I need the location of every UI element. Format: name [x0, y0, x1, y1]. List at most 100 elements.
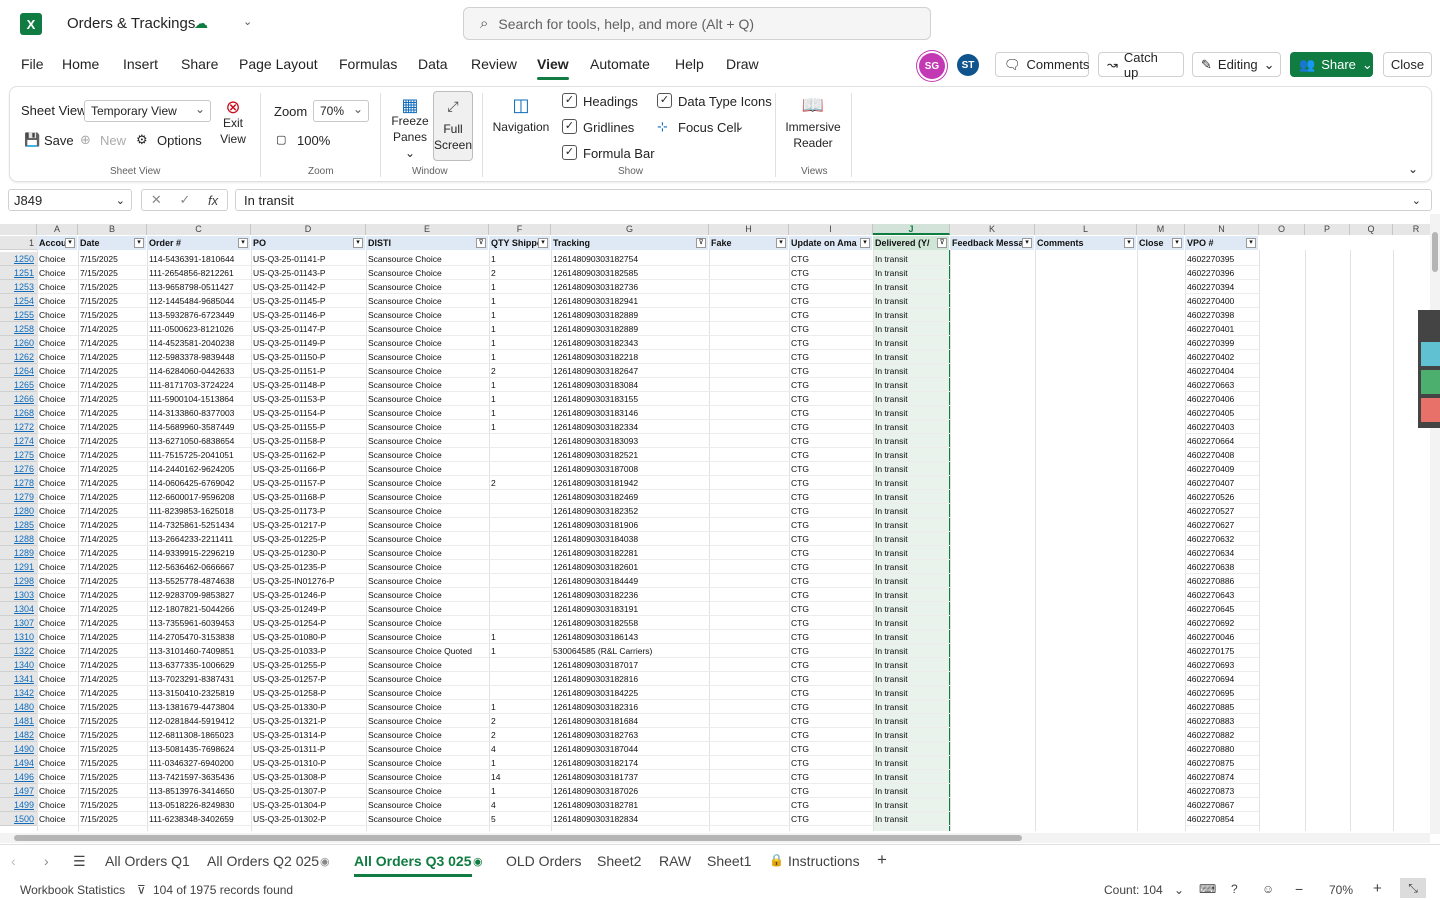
table-cell[interactable]: 111-6238348-3402659 [147, 812, 251, 826]
row-number[interactable]: 1288 [0, 532, 37, 546]
table-cell[interactable]: Scansource Choice [366, 266, 489, 280]
table-cell[interactable]: US-Q3-25-01168-P [251, 490, 366, 504]
column-header-e[interactable]: E [366, 224, 489, 235]
help-icon[interactable]: ? [1231, 882, 1238, 896]
table-cell[interactable]: Choice [37, 770, 78, 784]
table-cell[interactable]: 7/14/2025 [78, 448, 147, 462]
table-cell[interactable]: Choice [37, 812, 78, 826]
table-cell[interactable]: US-Q3-25-01230-P [251, 546, 366, 560]
row-number[interactable]: 1278 [0, 476, 37, 490]
table-cell[interactable]: US-Q3-25-01145-P [251, 294, 366, 308]
table-cell[interactable]: 4602270632 [1185, 532, 1259, 546]
table-cell[interactable]: Scansource Choice [366, 672, 489, 686]
table-cell[interactable]: Scansource Choice [366, 280, 489, 294]
options-button[interactable]: Options [157, 133, 202, 148]
table-cell[interactable]: US-Q3-25-01225-P [251, 532, 366, 546]
header-cell[interactable]: PO ▾ [251, 236, 366, 250]
prev-sheet-icon[interactable]: ‹ [11, 853, 16, 869]
table-cell[interactable]: In transit [873, 770, 950, 784]
column-header-m[interactable]: M [1137, 224, 1185, 235]
table-cell[interactable]: 1 [489, 406, 551, 420]
menu-formulas[interactable]: Formulas [339, 56, 397, 72]
collapse-ribbon-icon[interactable]: ⌄ [1408, 162, 1418, 176]
table-cell[interactable]: In transit [873, 672, 950, 686]
filter-dropdown-icon[interactable]: ▾ [134, 238, 144, 248]
table-cell[interactable]: In transit [873, 532, 950, 546]
menu-file[interactable]: File [21, 56, 44, 72]
headings-checkbox[interactable]: ✓ [562, 93, 577, 108]
table-cell[interactable] [709, 420, 789, 434]
table-cell[interactable]: 4602270396 [1185, 266, 1259, 280]
table-cell[interactable]: In transit [873, 812, 950, 826]
row-number[interactable]: 1291 [0, 560, 37, 574]
row-number[interactable]: 1265 [0, 378, 37, 392]
tab-sheet2[interactable]: Sheet2 [597, 853, 641, 869]
table-cell[interactable]: 7/14/2025 [78, 588, 147, 602]
table-cell[interactable]: 126148090303181684 [551, 714, 709, 728]
table-cell[interactable] [709, 798, 789, 812]
table-cell[interactable] [489, 504, 551, 518]
table-cell[interactable]: 4602270175 [1185, 644, 1259, 658]
table-cell[interactable]: 4602270407 [1185, 476, 1259, 490]
row-number[interactable]: 1303 [0, 588, 37, 602]
table-cell[interactable] [709, 280, 789, 294]
row-number[interactable]: 1276 [0, 462, 37, 476]
table-cell[interactable]: 4602270694 [1185, 672, 1259, 686]
close-view-button[interactable]: Close [1383, 52, 1432, 77]
table-cell[interactable]: 113-5081435-7698624 [147, 742, 251, 756]
table-cell[interactable]: Choice [37, 308, 78, 322]
table-cell[interactable]: 530064585 (R&L Carriers) [551, 644, 709, 658]
table-cell[interactable]: 126148090303181906 [551, 518, 709, 532]
table-cell[interactable]: In transit [873, 728, 950, 742]
table-cell[interactable]: 7/14/2025 [78, 602, 147, 616]
table-cell[interactable]: CTG [789, 686, 873, 700]
table-cell[interactable]: Scansource Choice [366, 308, 489, 322]
table-cell[interactable]: Choice [37, 546, 78, 560]
table-cell[interactable]: 113-7421597-3635436 [147, 770, 251, 784]
table-cell[interactable]: CTG [789, 700, 873, 714]
table-cell[interactable]: US-Q3-25-01254-P [251, 616, 366, 630]
share-button[interactable]: 👥 Share ⌄ [1290, 52, 1373, 77]
enter-icon[interactable]: ✓ [179, 192, 190, 208]
table-cell[interactable]: US-Q3-25-01153-P [251, 392, 366, 406]
table-cell[interactable]: Choice [37, 462, 78, 476]
table-cell[interactable]: Choice [37, 756, 78, 770]
table-cell[interactable]: US-Q3-25-01235-P [251, 560, 366, 574]
table-cell[interactable]: US-Q3-25-01166-P [251, 462, 366, 476]
filter-dropdown-icon[interactable]: ▾ [65, 238, 75, 248]
table-cell[interactable]: 113-3101460-7409851 [147, 644, 251, 658]
table-cell[interactable]: 113-3150410-2325819 [147, 686, 251, 700]
table-cell[interactable]: US-Q3-25-01033-P [251, 644, 366, 658]
filter-dropdown-icon[interactable]: ▾ [538, 238, 548, 248]
table-cell[interactable]: CTG [789, 280, 873, 294]
avatar-sg[interactable]: SG [919, 53, 945, 79]
table-cell[interactable]: 4602270406 [1185, 392, 1259, 406]
table-cell[interactable]: 126148090303187026 [551, 784, 709, 798]
table-cell[interactable]: CTG [789, 378, 873, 392]
row-number[interactable]: 1274 [0, 434, 37, 448]
table-cell[interactable] [489, 588, 551, 602]
table-cell[interactable]: Choice [37, 742, 78, 756]
filter-dropdown-icon[interactable]: ⊽ [937, 238, 947, 248]
table-cell[interactable]: 7/15/2025 [78, 812, 147, 826]
table-cell[interactable]: 2 [489, 728, 551, 742]
table-cell[interactable]: Scansource Choice [366, 294, 489, 308]
table-cell[interactable]: 126148090303183191 [551, 602, 709, 616]
table-cell[interactable]: Scansource Choice [366, 504, 489, 518]
table-cell[interactable]: 7/14/2025 [78, 574, 147, 588]
table-cell[interactable]: 4602270395 [1185, 252, 1259, 266]
table-cell[interactable]: 114-5436391-1810644 [147, 252, 251, 266]
row-number[interactable]: 1262 [0, 350, 37, 364]
table-cell[interactable]: In transit [873, 280, 950, 294]
table-cell[interactable] [709, 434, 789, 448]
menu-view[interactable]: View [537, 56, 569, 80]
table-cell[interactable] [709, 756, 789, 770]
table-cell[interactable]: 126148090303182889 [551, 322, 709, 336]
side-panel-tab[interactable] [1421, 342, 1440, 366]
table-cell[interactable]: 113-1381679-4473804 [147, 700, 251, 714]
table-cell[interactable]: Choice [37, 406, 78, 420]
table-cell[interactable] [709, 574, 789, 588]
tab-all-orders-q2[interactable]: All Orders Q2 025 [207, 853, 319, 869]
table-cell[interactable]: CTG [789, 308, 873, 322]
table-cell[interactable]: In transit [873, 308, 950, 322]
